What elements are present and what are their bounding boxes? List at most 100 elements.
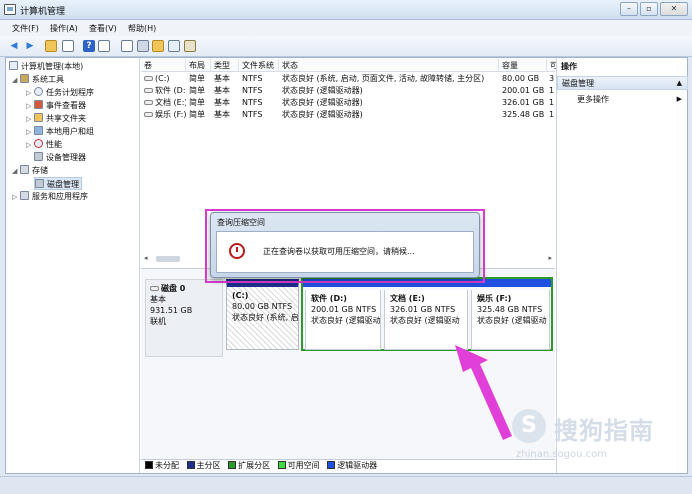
table-row[interactable]: (C:) 简单 基本 NTFS 状态良好 (系统, 启动, 页面文件, 活动, … [141,73,555,85]
drive-icon [144,76,153,81]
submenu-arrow-icon: ▶ [676,95,682,103]
collapse-icon[interactable]: ◢ [12,165,20,178]
drive-icon [144,100,153,105]
tree-item-system-tools[interactable]: ◢ 系统工具 [12,73,64,86]
performance-icon [34,139,43,148]
tree-item-device-manager[interactable]: 设备管理器 [34,151,86,164]
tree-item-label: 设备管理器 [46,153,86,162]
column-type[interactable]: 类型 [211,59,239,72]
tree-item-label: 磁盘管理 [47,180,79,189]
window-title: 计算机管理 [20,7,66,17]
volume-fs: NTFS [242,110,263,119]
collapse-up-icon[interactable]: ▲ [677,77,682,90]
partition-size: 325.48 GB NTFS [477,305,543,314]
menu-view[interactable]: 查看(V) [89,23,117,34]
volume-status: 状态良好 (逻辑驱动器) [282,86,363,95]
table-row[interactable]: 软件 (D:) 简单 基本 NTFS 状态良好 (逻辑驱动器) 200.01 G… [141,85,555,97]
settings-icon[interactable] [184,40,196,52]
volume-fs: NTFS [242,86,263,95]
volume-name: (C:) [155,74,170,83]
close-button[interactable]: ✕ [660,2,688,16]
list-header: 卷 布局 类型 文件系统 状态 容量 可 [141,59,558,72]
scroll-right-icon[interactable]: ▸ [548,254,552,262]
partition-f[interactable]: 娱乐 (F:) 325.48 GB NTFS 状态良好 (逻辑驱动 [471,290,550,350]
scroll-thumb[interactable] [156,256,180,262]
search-icon[interactable] [168,40,180,52]
tree-item-label: 本地用户和组 [46,127,94,136]
menu-file[interactable]: 文件(F) [12,23,39,34]
actions-pane: 操作 磁盘管理 ▲ 更多操作 ▶ [556,58,688,473]
actions-section-disk-management[interactable]: 磁盘管理 ▲ [557,76,688,90]
tree-item-disk-management[interactable]: 磁盘管理 [34,177,82,190]
partition-d[interactable]: 软件 (D:) 200.01 GB NTFS 状态良好 (逻辑驱动 [305,290,381,350]
disk-size: 931.51 GB [150,306,193,315]
menu-action[interactable]: 操作(A) [50,23,78,34]
show-tree-icon[interactable] [62,40,74,52]
volume-layout: 简单 [189,86,205,95]
more-actions-item[interactable]: 更多操作 ▶ [577,93,682,106]
column-volume[interactable]: 卷 [141,59,186,72]
table-row[interactable]: 文档 (E:) 简单 基本 NTFS 状态良好 (逻辑驱动器) 326.01 G… [141,97,555,109]
tree-item-event-viewer[interactable]: ▷ 事件查看器 [26,99,86,112]
tree-item-storage[interactable]: ◢ 存储 [12,164,48,177]
legend-swatch [277,461,286,469]
computer-icon [9,61,18,70]
toolbar: ◀ ▶ ? [0,36,692,57]
collapse-icon[interactable]: ◢ [12,74,20,87]
volume-name: 文档 (E:) [155,98,186,107]
tree-item-root[interactable]: 计算机管理(本地) [9,60,83,73]
partition-status: 状态良好 (逻辑驱动 [311,316,381,325]
legend-swatch [145,461,153,469]
column-capacity[interactable]: 容量 [499,59,547,72]
open-icon[interactable] [137,40,149,52]
tree-item-services-apps[interactable]: ▷ 服务和应用程序 [12,190,88,203]
tree-item-performance[interactable]: ▷ 性能 [26,138,62,151]
volume-status: 状态良好 (逻辑驱动器) [282,110,363,119]
properties-icon[interactable] [121,40,133,52]
disk-graphical-view: 磁盘 0 基本 931.51 GB 联机 (C:) 80.00 GB NTFS … [141,268,555,460]
volume-name: 软件 (D:) [155,86,186,95]
expand-icon[interactable]: ▷ [26,139,34,152]
up-icon[interactable] [45,40,57,52]
tree-item-task-scheduler[interactable]: ▷ 任务计划程序 [26,86,94,99]
volume-free: 1 [549,98,555,107]
legend-label: 扩展分区 [238,461,271,470]
disk-management-icon [35,179,44,188]
volume-name: 娱乐 (F:) [155,110,186,119]
device-manager-icon [34,152,43,161]
volume-type: 基本 [214,74,230,83]
disk-info[interactable]: 磁盘 0 基本 931.51 GB 联机 [145,279,223,357]
scroll-left-icon[interactable]: ◂ [144,254,148,262]
status-bar [0,476,692,494]
partition-status: 状态良好 (逻辑驱动 [477,316,547,325]
help-icon[interactable]: ? [83,40,95,52]
volume-capacity: 326.01 GB [502,98,545,107]
legend-label: 未分配 [155,461,179,470]
column-filesystem[interactable]: 文件系统 [239,59,279,72]
expand-icon[interactable]: ▷ [12,191,20,204]
volume-free: 1 [549,110,555,119]
maximize-button[interactable]: ▫ [640,2,658,16]
partition-name: 软件 (D:) [311,294,347,303]
table-row[interactable]: 娱乐 (F:) 简单 基本 NTFS 状态良好 (逻辑驱动器) 325.48 G… [141,109,555,121]
column-status[interactable]: 状态 [279,59,499,72]
column-layout[interactable]: 布局 [186,59,211,72]
volume-status: 状态良好 (系统, 启动, 页面文件, 活动, 故障转储, 主分区) [282,74,485,83]
actions-header: 操作 [561,62,577,71]
legend-label: 可用空间 [287,461,320,470]
minimize-button[interactable]: – [620,2,638,16]
back-icon[interactable]: ◀ [8,40,20,52]
forward-icon[interactable]: ▶ [24,40,36,52]
partition-e[interactable]: 文档 (E:) 326.01 GB NTFS 状态良好 (逻辑驱动 [384,290,468,350]
volume-layout: 简单 [189,74,205,83]
partition-size: 200.01 GB NTFS [311,305,377,314]
title-bar: 计算机管理 – ▫ ✕ [0,0,692,20]
tree-item-shared-folders[interactable]: ▷ 共享文件夹 [26,112,86,125]
column-free[interactable]: 可 [547,59,558,72]
menu-help[interactable]: 帮助(H) [128,23,156,34]
console-icon[interactable] [98,40,110,52]
tree-item-local-users[interactable]: ▷ 本地用户和组 [26,125,94,138]
folder-icon[interactable] [152,40,164,52]
partition-c[interactable]: (C:) 80.00 GB NTFS 状态良好 (系统, 启 [226,279,299,350]
disk-icon [150,286,159,291]
